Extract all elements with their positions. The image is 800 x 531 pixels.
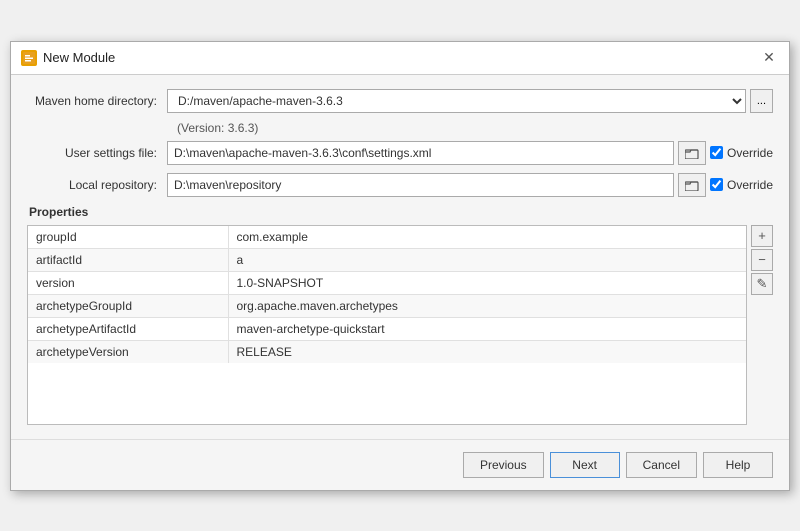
user-settings-override-group: Override	[710, 146, 773, 160]
property-value: a	[228, 248, 746, 271]
next-button[interactable]: Next	[550, 452, 620, 478]
table-row[interactable]: version 1.0-SNAPSHOT	[28, 271, 746, 294]
user-settings-browse-button[interactable]	[678, 141, 706, 165]
maven-home-label: Maven home directory:	[27, 94, 167, 108]
dialog-icon	[21, 50, 37, 66]
table-row[interactable]: groupId com.example	[28, 226, 746, 249]
local-repo-row: Local repository: Override	[27, 173, 773, 197]
edit-property-button[interactable]: ✎	[751, 273, 773, 295]
add-property-button[interactable]: +	[751, 225, 773, 247]
local-repo-label: Local repository:	[27, 178, 167, 192]
title-bar: New Module ✕	[11, 42, 789, 75]
properties-side-buttons: + − ✎	[751, 225, 773, 295]
property-key: artifactId	[28, 248, 228, 271]
property-key: archetypeVersion	[28, 340, 228, 363]
property-key: version	[28, 271, 228, 294]
user-settings-row: User settings file: Override	[27, 141, 773, 165]
property-value: org.apache.maven.archetypes	[228, 294, 746, 317]
maven-home-row: Maven home directory: D:/maven/apache-ma…	[27, 89, 773, 113]
remove-property-button[interactable]: −	[751, 249, 773, 271]
local-repo-override-label: Override	[727, 178, 773, 192]
table-row[interactable]: archetypeArtifactId maven-archetype-quic…	[28, 317, 746, 340]
local-repo-override-group: Override	[710, 178, 773, 192]
property-value: maven-archetype-quickstart	[228, 317, 746, 340]
dialog-content: Maven home directory: D:/maven/apache-ma…	[11, 75, 789, 439]
table-row[interactable]: archetypeGroupId org.apache.maven.archet…	[28, 294, 746, 317]
local-repo-browse-button[interactable]	[678, 173, 706, 197]
local-repo-override-checkbox[interactable]	[710, 178, 723, 191]
maven-version-text: (Version: 3.6.3)	[177, 121, 773, 135]
cancel-button[interactable]: Cancel	[626, 452, 697, 478]
previous-button[interactable]: Previous	[463, 452, 544, 478]
new-module-dialog: New Module ✕ Maven home directory: D:/ma…	[10, 41, 790, 491]
user-settings-override-checkbox[interactable]	[710, 146, 723, 159]
help-button[interactable]: Help	[703, 452, 773, 478]
local-repo-control-group: Override	[167, 173, 773, 197]
table-row[interactable]: archetypeVersion RELEASE	[28, 340, 746, 363]
maven-home-dropdown[interactable]: D:/maven/apache-maven-3.6.3	[167, 89, 746, 113]
user-settings-input[interactable]	[167, 141, 674, 165]
property-key: groupId	[28, 226, 228, 249]
property-key: archetypeArtifactId	[28, 317, 228, 340]
property-key: archetypeGroupId	[28, 294, 228, 317]
title-bar-left: New Module	[21, 50, 115, 66]
properties-table: groupId com.example artifactId a version…	[28, 226, 746, 363]
close-button[interactable]: ✕	[759, 48, 779, 68]
property-value: com.example	[228, 226, 746, 249]
user-settings-label: User settings file:	[27, 146, 167, 160]
properties-wrapper: groupId com.example artifactId a version…	[27, 225, 773, 425]
table-row[interactable]: artifactId a	[28, 248, 746, 271]
properties-section-header: Properties	[27, 205, 773, 219]
property-value: 1.0-SNAPSHOT	[228, 271, 746, 294]
maven-home-control-group: D:/maven/apache-maven-3.6.3 ...	[167, 89, 773, 113]
dialog-title: New Module	[43, 50, 115, 65]
local-repo-input[interactable]	[167, 173, 674, 197]
dialog-footer: Previous Next Cancel Help	[11, 439, 789, 490]
maven-home-browse-button[interactable]: ...	[750, 89, 773, 113]
user-settings-override-label: Override	[727, 146, 773, 160]
property-value: RELEASE	[228, 340, 746, 363]
properties-table-container: groupId com.example artifactId a version…	[27, 225, 747, 425]
user-settings-control-group: Override	[167, 141, 773, 165]
